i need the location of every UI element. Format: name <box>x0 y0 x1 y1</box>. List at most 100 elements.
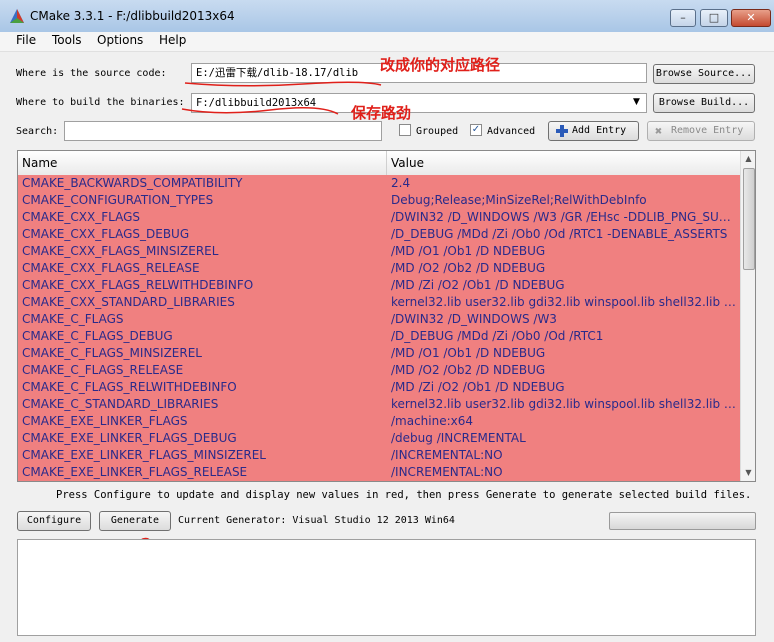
table-row[interactable]: CMAKE_C_FLAGS_MINSIZEREL/MD /O1 /Ob1 /D … <box>18 345 740 362</box>
table-row[interactable]: CMAKE_C_FLAGS_DEBUG/D_DEBUG /MDd /Zi /Ob… <box>18 328 740 345</box>
build-annotation: 保存路劲 <box>351 104 412 122</box>
table-row[interactable]: CMAKE_CXX_FLAGS_MINSIZEREL/MD /O1 /Ob1 /… <box>18 243 740 260</box>
cell-value: /MD /O2 /Ob2 /D NDEBUG <box>391 363 546 377</box>
grouped-label: Grouped <box>416 126 459 137</box>
cell-name: CMAKE_EXE_LINKER_FLAGS_DEBUG <box>22 431 237 445</box>
table-row[interactable]: CMAKE_CONFIGURATION_TYPES Debug;Release;M… <box>18 192 740 209</box>
source-annotation: 改成你的对应路径 <box>380 56 501 74</box>
cell-name: CMAKE_C_FLAGS <box>22 312 124 326</box>
cell-value: kernel32.lib user32.lib gdi32.lib winspo… <box>391 295 736 309</box>
cell-name: CMAKE_CXX_FLAGS <box>22 210 140 224</box>
cell-name: CMAKE_C_FLAGS_RELEASE <box>22 363 184 377</box>
column-name-header[interactable]: Name <box>18 151 387 175</box>
progress-bar <box>609 512 756 530</box>
table-row[interactable]: CMAKE_CXX_FLAGS_RELWITHDEBINFO/MD /Zi /O… <box>18 277 740 294</box>
cell-name: CMAKE_CXX_FLAGS_RELWITHDEBINFO <box>22 278 254 292</box>
table-row[interactable]: CMAKE_CXX_FLAGS /DWIN32 /D_WINDOWS /W3 /… <box>18 209 740 226</box>
vertical-scrollbar[interactable]: ▲ ▼ <box>740 151 755 481</box>
chevron-down-icon[interactable]: ▼ <box>633 97 640 107</box>
menu-tools[interactable]: Tools <box>52 33 82 47</box>
hint-text: Press Configure to update and display ne… <box>56 489 752 501</box>
add-entry-label: Add Entry <box>572 125 627 136</box>
cell-value: /D_DEBUG /MDd /Zi /Ob0 /Od /RTC1 <box>391 329 604 343</box>
scrollbar-thumb[interactable] <box>743 168 755 270</box>
source-underline-icon <box>184 81 382 87</box>
table-row[interactable]: CMAKE_CXX_STANDARD_LIBRARIES kernel32.lib… <box>18 294 740 311</box>
table-row[interactable]: CMAKE_EXE_LINKER_FLAGS_RELEASE/INCREMENT… <box>18 464 740 481</box>
cell-name: CMAKE_BACKWARDS_COMPATIBILITY <box>22 176 243 190</box>
cell-value: /DWIN32 /D_WINDOWS /W3 /GR /EHsc -DDLIB_… <box>391 210 736 224</box>
title-bar: CMake 3.3.1 - F:/dlibbuild2013x64 – □ ✕ <box>0 0 774 33</box>
table-row[interactable]: CMAKE_EXE_LINKER_FLAGS /machine:x64 <box>18 413 740 430</box>
build-label: Where to build the binaries: <box>16 97 185 108</box>
cell-value: /D_DEBUG /MDd /Zi /Ob0 /Od /RTC1 -DENABL… <box>391 227 728 241</box>
browse-source-button[interactable]: Browse Source... <box>653 64 755 84</box>
maximize-icon: □ <box>708 11 720 24</box>
add-entry-button[interactable]: Add Entry <box>548 121 639 141</box>
output-log[interactable] <box>17 539 756 636</box>
cell-name: CMAKE_EXE_LINKER_FLAGS_MINSIZEREL <box>22 448 266 462</box>
cell-value: kernel32.lib user32.lib gdi32.lib winspo… <box>391 397 736 411</box>
cell-name: CMAKE_CXX_FLAGS_RELEASE <box>22 261 200 275</box>
cell-name: CMAKE_C_FLAGS_MINSIZEREL <box>22 346 202 360</box>
menu-options[interactable]: Options <box>97 33 143 47</box>
cell-name: CMAKE_EXE_LINKER_FLAGS <box>22 414 188 428</box>
cell-value: /INCREMENTAL:NO <box>391 448 503 462</box>
search-input[interactable] <box>64 121 382 141</box>
remove-entry-label: Remove Entry <box>671 125 744 136</box>
cell-value: /INCREMENTAL:NO <box>391 465 503 479</box>
cache-table: Name Value CMAKE_BACKWARDS_COMPATIBILITY… <box>17 150 756 482</box>
table-row[interactable]: CMAKE_EXE_LINKER_FLAGS_MINSIZEREL/INCREM… <box>18 447 740 464</box>
cell-name: CMAKE_CONFIGURATION_TYPES <box>22 193 214 207</box>
table-row[interactable]: CMAKE_C_FLAGS_RELWITHDEBINFO/MD /Zi /O2 … <box>18 379 740 396</box>
cell-name: CMAKE_C_FLAGS_RELWITHDEBINFO <box>22 380 237 394</box>
column-value-header[interactable]: Value <box>387 151 740 175</box>
minimize-icon: – <box>680 11 686 24</box>
menu-help[interactable]: Help <box>159 33 186 47</box>
menu-bar: File Tools Options Help <box>0 32 774 52</box>
cell-name: CMAKE_CXX_FLAGS_MINSIZEREL <box>22 244 219 258</box>
remove-entry-button[interactable]: ✖ Remove Entry <box>647 121 755 141</box>
maximize-button[interactable]: □ <box>700 9 728 27</box>
scroll-down-icon[interactable]: ▼ <box>741 465 755 481</box>
cell-value: 2.4 <box>391 176 411 190</box>
table-row[interactable]: CMAKE_BACKWARDS_COMPATIBILITY 2.4 <box>18 175 740 192</box>
cell-value: /MD /O1 /Ob1 /D NDEBUG <box>391 346 546 360</box>
window-title: CMake 3.3.1 - F:/dlibbuild2013x64 <box>30 9 235 23</box>
scroll-up-icon[interactable]: ▲ <box>741 151 755 167</box>
build-underline-icon <box>181 107 339 115</box>
cell-name: CMAKE_CXX_FLAGS_DEBUG <box>22 227 190 241</box>
browse-build-button[interactable]: Browse Build... <box>653 93 755 113</box>
advanced-checkbox[interactable]: ✓ <box>470 124 482 136</box>
cell-value: /machine:x64 <box>391 414 474 428</box>
table-header: Name Value <box>18 151 740 176</box>
table-row[interactable]: CMAKE_CXX_FLAGS_RELEASE/MD /O2 /Ob2 /D N… <box>18 260 740 277</box>
grouped-checkbox[interactable] <box>399 124 411 136</box>
advanced-label: Advanced <box>487 126 536 137</box>
configure-button[interactable]: Configure <box>17 511 91 531</box>
source-label: Where is the source code: <box>16 68 167 79</box>
cell-value: /MD /Zi /O2 /Ob1 /D NDEBUG <box>391 278 565 292</box>
close-icon: ✕ <box>746 11 756 24</box>
cell-name: CMAKE_CXX_STANDARD_LIBRARIES <box>22 295 235 309</box>
cell-value: /MD /O1 /Ob1 /D NDEBUG <box>391 244 546 258</box>
menu-file[interactable]: File <box>16 33 36 47</box>
table-row[interactable]: CMAKE_C_FLAGS_RELEASE/MD /O2 /Ob2 /D NDE… <box>18 362 740 379</box>
search-label: Search: <box>16 126 59 137</box>
generate-button[interactable]: Generate <box>99 511 171 531</box>
table-row[interactable]: CMAKE_CXX_FLAGS_DEBUG/D_DEBUG /MDd /Zi /… <box>18 226 740 243</box>
current-generator-text: Current Generator: Visual Studio 12 2013… <box>178 515 455 526</box>
minimize-button[interactable]: – <box>670 9 696 27</box>
close-button[interactable]: ✕ <box>731 9 771 27</box>
table-row[interactable]: CMAKE_EXE_LINKER_FLAGS_DEBUG/debug /INCR… <box>18 430 740 447</box>
cell-value: Debug;Release;MinSizeRel;RelWithDebInfo <box>391 193 647 207</box>
cell-value: /MD /Zi /O2 /Ob1 /D NDEBUG <box>391 380 565 394</box>
cell-value: /MD /O2 /Ob2 /D NDEBUG <box>391 261 546 275</box>
plus-icon <box>556 125 568 137</box>
table-row[interactable]: CMAKE_C_FLAGS /DWIN32 /D_WINDOWS /W3 <box>18 311 740 328</box>
remove-icon: ✖ <box>655 124 663 138</box>
cmake-logo-icon <box>10 9 24 23</box>
cell-value: /debug /INCREMENTAL <box>391 431 526 445</box>
table-row[interactable]: CMAKE_C_STANDARD_LIBRARIES kernel32.lib u… <box>18 396 740 413</box>
table-rows: CMAKE_BACKWARDS_COMPATIBILITY 2.4 CMAKE_CO… <box>18 175 740 481</box>
